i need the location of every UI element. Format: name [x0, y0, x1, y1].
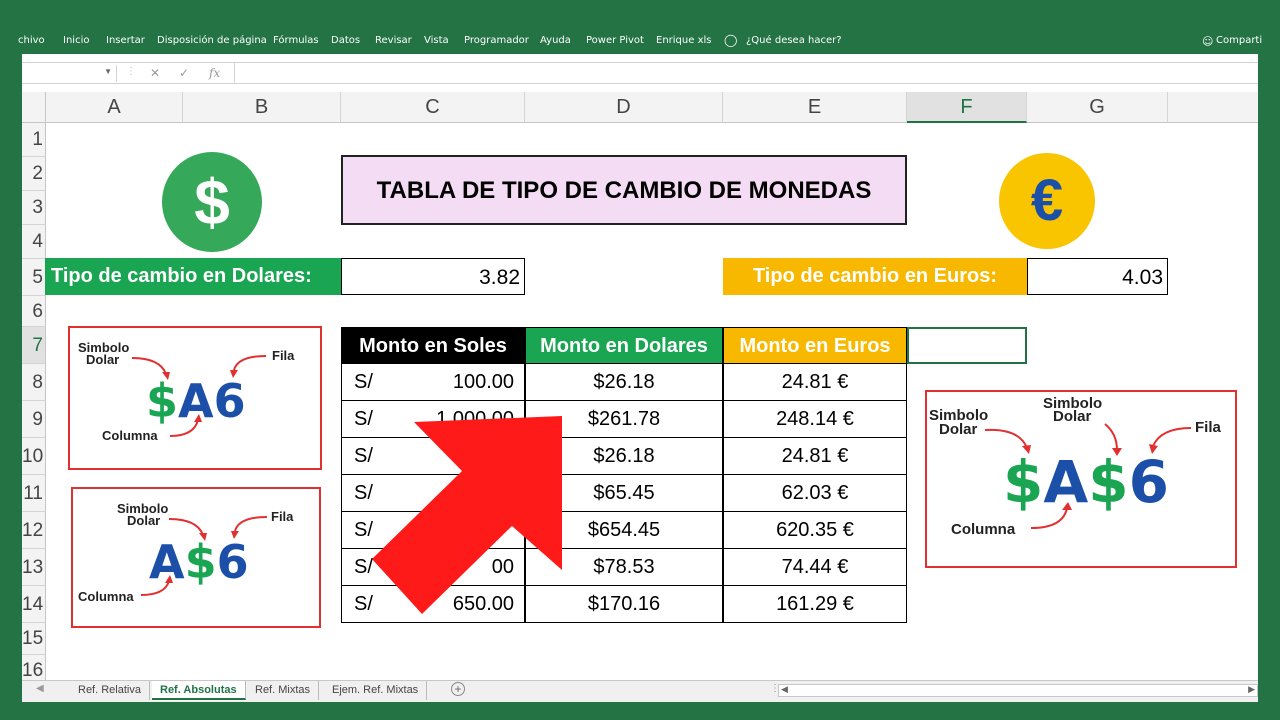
horizontal-scrollbar[interactable]: ◀ ▶ — [778, 684, 1258, 697]
sheet-tabs-bar: ◀ Ref. Relativa Ref. Absolutas Ref. Mixt… — [22, 680, 1258, 702]
page-title: TABLA DE TIPO DE CAMBIO DE MONEDAS — [341, 155, 907, 225]
tab-datos[interactable]: Datos — [331, 35, 360, 46]
column-header-c[interactable]: C — [341, 92, 525, 123]
dollar-rate-label: Tipo de cambio en Dolares: — [45, 258, 341, 295]
tab-vista[interactable]: Vista — [424, 35, 449, 46]
tab-enrique-xls[interactable]: Enrique xls — [656, 35, 711, 46]
header-soles[interactable]: Monto en Soles — [341, 327, 525, 364]
share-button[interactable]: Comparti — [1216, 35, 1262, 46]
row-header-14[interactable]: 14 — [22, 586, 46, 623]
pointer-arrows — [140, 516, 268, 596]
row-header-7[interactable]: 7 — [22, 327, 46, 364]
tab-formulas[interactable]: Fórmulas — [273, 35, 319, 46]
red-arrow-icon — [372, 416, 562, 614]
prev-sheet-icon[interactable]: ◀ — [36, 683, 44, 694]
cell-euros[interactable]: 620.35 € — [723, 512, 907, 549]
row-header-11[interactable]: 11 — [22, 475, 46, 512]
enter-icon[interactable]: ✓ — [179, 66, 189, 80]
cell-soles[interactable]: S/100.00 — [341, 364, 525, 401]
cell-euros[interactable]: 161.29 € — [723, 586, 907, 623]
row-header-13[interactable]: 13 — [22, 549, 46, 586]
insert-function-icon[interactable]: fx — [209, 66, 220, 80]
dollar-rate-cell[interactable]: 3.82 — [341, 258, 525, 295]
euro-badge-icon: € — [999, 153, 1095, 249]
column-header-h[interactable]: H — [1168, 92, 1258, 123]
column-header-e[interactable]: E — [723, 92, 907, 123]
cancel-icon[interactable]: ✕ — [150, 66, 160, 80]
row-header-6[interactable]: 6 — [22, 296, 46, 327]
ref-box-absolute-full: Simbolo Dolar Simbolo Dolar Fila Columna… — [925, 390, 1237, 568]
row-header-5[interactable]: 5 — [22, 259, 46, 296]
ribbon: chivo Inicio Insertar Disposición de pág… — [0, 0, 1280, 54]
ref-box-absolute-row: Simbolo Dolar Fila Columna A$6 — [71, 487, 321, 628]
sheet-tab-relativa[interactable]: Ref. Relativa — [70, 681, 150, 700]
cell-euros[interactable]: 24.81 € — [723, 438, 907, 475]
scroll-left-icon[interactable]: ◀ — [781, 684, 788, 695]
tab-archivo[interactable]: chivo — [18, 35, 45, 46]
active-cell-f7[interactable] — [907, 327, 1027, 364]
header-dolares[interactable]: Monto en Dolares — [525, 327, 723, 364]
sheet-tab-mixtas[interactable]: Ref. Mixtas — [247, 681, 320, 700]
cell-euros[interactable]: 74.44 € — [723, 549, 907, 586]
soles-value: 100.00 — [452, 371, 514, 393]
tell-me-search[interactable]: ¿Qué desea hacer? — [746, 35, 842, 46]
euro-rate-cell[interactable]: 4.03 — [1027, 258, 1168, 295]
table-row: S/100.00 $26.18 24.81 € — [341, 364, 907, 401]
cell-euros[interactable]: 24.81 € — [723, 364, 907, 401]
euro-rate-label: Tipo de cambio en Euros: — [723, 258, 1027, 295]
tab-disposicion[interactable]: Disposición de página — [157, 35, 267, 46]
ref-box-absolute-column: Simbolo Dolar Fila Columna $A6 — [68, 326, 322, 470]
more-icon: ⋮ — [126, 66, 136, 77]
header-euros[interactable]: Monto en Euros — [723, 327, 907, 364]
cell-dolares[interactable]: $26.18 — [525, 364, 723, 401]
row-header-4[interactable]: 4 — [22, 225, 46, 259]
column-header-d[interactable]: D — [525, 92, 723, 123]
column-header-g[interactable]: G — [1027, 92, 1168, 123]
worksheet: ▼ ⋮ ✕ ✓ fx A B C D E F G H 1 2 3 4 5 6 7… — [22, 54, 1258, 702]
column-header-f[interactable]: F — [907, 92, 1027, 123]
lightbulb-icon[interactable]: ◯ — [724, 33, 737, 47]
row-header-10[interactable]: 10 — [22, 438, 46, 475]
row-header-1[interactable]: 1 — [22, 123, 46, 157]
row-header-8[interactable]: 8 — [22, 364, 46, 401]
tab-inicio[interactable]: Inicio — [63, 35, 89, 46]
cell-euros[interactable]: 248.14 € — [723, 401, 907, 438]
name-box[interactable]: ▼ — [22, 65, 117, 82]
row-header-2[interactable]: 2 — [22, 157, 46, 191]
tab-ayuda[interactable]: Ayuda — [540, 35, 571, 46]
add-sheet-icon[interactable]: + — [451, 682, 465, 696]
pointer-arrows — [984, 423, 1192, 529]
tab-power-pivot[interactable]: Power Pivot — [586, 35, 644, 46]
column-header-b[interactable]: B — [183, 92, 341, 123]
tab-programador[interactable]: Programador — [464, 35, 529, 46]
row-header-12[interactable]: 12 — [22, 512, 46, 549]
sheet-tab-absolutas[interactable]: Ref. Absolutas — [152, 681, 246, 700]
cell-euros[interactable]: 62.03 € — [723, 475, 907, 512]
tab-insertar[interactable]: Insertar — [106, 35, 145, 46]
chevron-down-icon[interactable]: ▼ — [104, 67, 112, 76]
row-header-3[interactable]: 3 — [22, 191, 46, 225]
formula-bar: ▼ ⋮ ✕ ✓ fx — [22, 62, 1258, 84]
row-header-15[interactable]: 15 — [22, 623, 46, 655]
person-icon[interactable]: ☺ — [1202, 35, 1213, 48]
column-header-a[interactable]: A — [46, 92, 183, 123]
row-header-9[interactable]: 9 — [22, 401, 46, 438]
scroll-right-icon[interactable]: ▶ — [1248, 684, 1255, 695]
formula-input[interactable] — [234, 63, 1258, 84]
dollar-badge-icon: $ — [162, 152, 262, 252]
tab-revisar[interactable]: Revisar — [375, 35, 412, 46]
sheet-tab-ejem-mixtas[interactable]: Ejem. Ref. Mixtas — [324, 681, 428, 700]
pointer-arrows — [131, 355, 267, 437]
select-all-corner[interactable] — [22, 92, 46, 123]
currency-symbol: S/ — [354, 371, 373, 393]
